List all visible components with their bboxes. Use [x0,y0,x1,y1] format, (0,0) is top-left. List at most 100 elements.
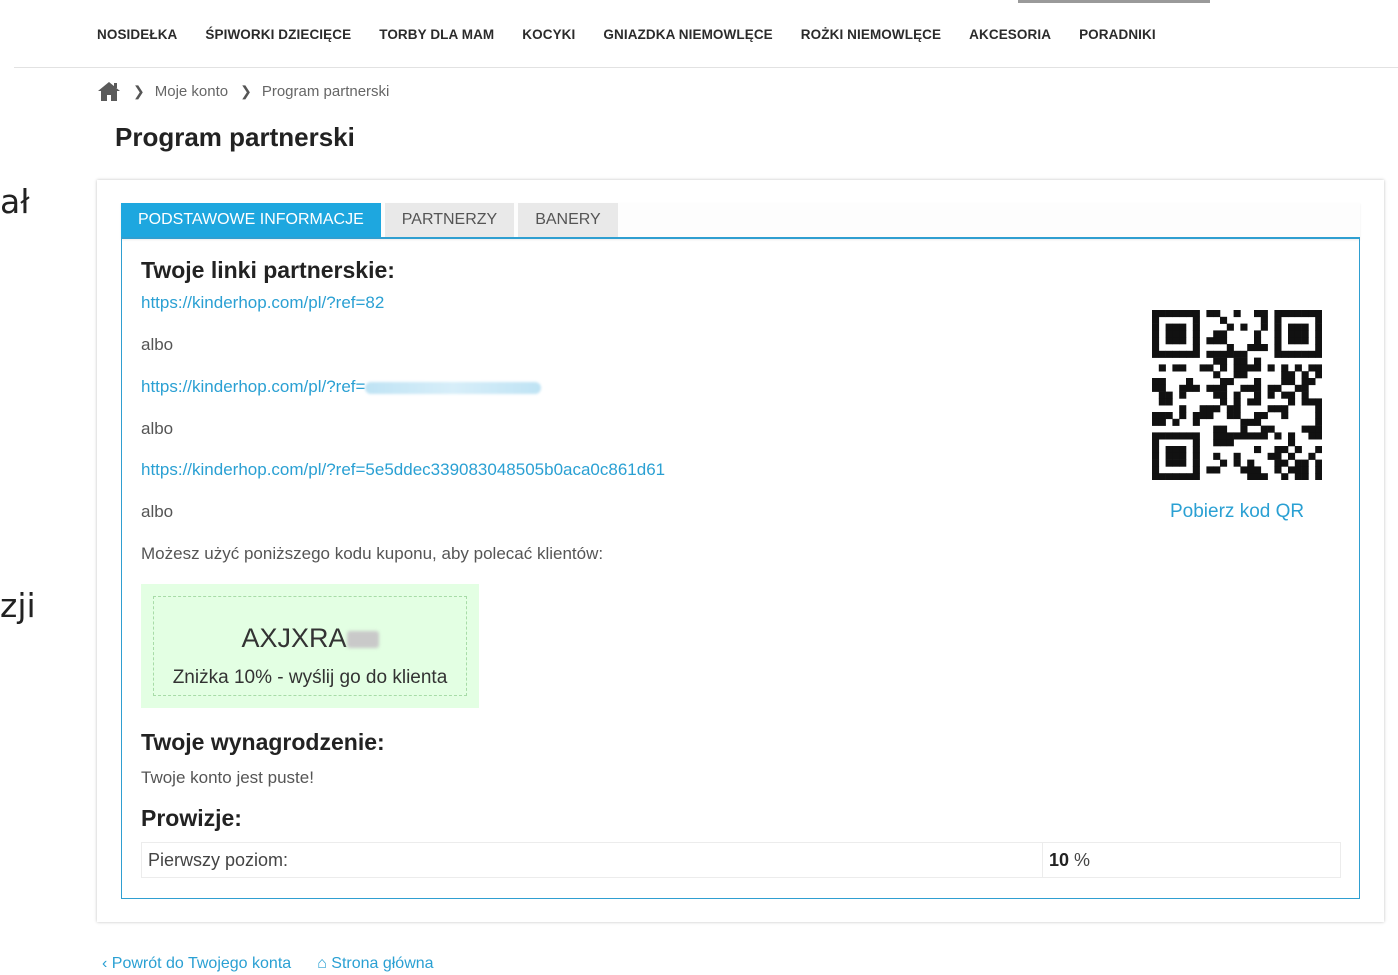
qr-module [1247,398,1255,406]
tab-partners[interactable]: PARTNERZY [384,203,515,237]
back-to-account-label: Powrót do Twojego konta [111,955,292,972]
breadcrumb: ❯ Moje konto ❯ Program partnerski [97,80,389,102]
links-heading: Twoje linki partnerskie: [141,257,395,283]
qr-module [1192,350,1200,358]
nav-item-poradniki[interactable]: PORADNIKI [1079,27,1156,42]
qr-module [1179,446,1187,454]
qr-module [1267,384,1275,392]
partner-link-id[interactable]: https://kinderhop.com/pl/?ref=82 [141,293,384,313]
qr-module [1254,337,1262,345]
qr-module [1213,466,1221,474]
qr-module [1254,310,1262,318]
tab-basic-info[interactable]: PODSTAWOWE INFORMACJE [121,203,381,237]
qr-module [1254,398,1262,406]
qr-module [1301,310,1309,318]
qr-module [1274,330,1282,338]
qr-module [1233,371,1241,379]
qr-module [1213,330,1221,338]
qr-module [1206,466,1214,474]
qr-module [1267,391,1275,399]
qr-module [1165,330,1173,338]
qr-module [1301,466,1309,474]
qr-module [1233,364,1241,372]
qr-module [1288,323,1296,331]
nav-item-torby[interactable]: TORBY DLA MAM [379,27,494,42]
commission-level-label: Pierwszy poziom: [142,843,1043,877]
qr-module [1206,364,1214,372]
qr-module [1192,310,1200,318]
breadcrumb-item-account[interactable]: Moje konto [155,83,228,100]
qr-module [1233,459,1241,467]
nav-item-rozki[interactable]: ROŻKI NIEMOWLĘCE [801,27,941,42]
partner-link-email[interactable]: https://kinderhop.com/pl/?ref= [141,377,542,397]
partner-link-hash[interactable]: https://kinderhop.com/pl/?ref=5e5ddec339… [141,460,665,480]
qr-module [1158,432,1166,440]
qr-module [1192,466,1200,474]
tab-banners[interactable]: BANERY [518,203,618,237]
qr-module [1220,425,1228,433]
qr-code [1152,310,1323,481]
qr-module [1315,337,1323,345]
qr-module [1288,371,1296,379]
qr-module [1172,418,1180,426]
qr-module [1294,310,1302,318]
qr-module [1226,432,1234,440]
back-to-account-link[interactable]: ‹ Powrót do Twojego konta [102,955,291,973]
qr-module [1233,398,1241,406]
qr-module [1315,418,1323,426]
qr-module [1213,405,1221,413]
qr-module [1281,391,1289,399]
qr-module [1172,452,1180,460]
commissions-heading: Prowizje: [141,805,242,831]
nav-item-akcesoria[interactable]: AKCESORIA [969,27,1051,42]
qr-module [1165,446,1173,454]
tab-bar: PODSTAWOWE INFORMACJE PARTNERZY BANERY [121,203,1360,239]
qr-module [1301,330,1309,338]
nav-item-gniazdka[interactable]: GNIAZDKA NIEMOWLĘCE [603,27,772,42]
download-qr-link[interactable]: Pobierz kod QR [1170,501,1304,523]
qr-module [1281,310,1289,318]
qr-module [1308,425,1316,433]
qr-module [1179,337,1187,345]
qr-module [1254,418,1262,426]
qr-module [1254,384,1262,392]
coupon-description: Zniżka 10% - wyślij go do klienta [172,667,448,688]
qr-module [1288,391,1296,399]
qr-module [1192,344,1200,352]
nav-item-kocyki[interactable]: KOCYKI [522,27,575,42]
qr-module [1152,452,1160,460]
qr-module [1294,350,1302,358]
qr-module [1226,439,1234,447]
qr-module [1179,330,1187,338]
nav-item-nosidelka[interactable]: NOSIDEŁKA [97,27,177,42]
qr-module [1192,452,1200,460]
qr-module [1206,310,1214,318]
nav-item-spiworki[interactable]: ŚPIWORKI DZIECIĘCE [205,27,351,42]
qr-module [1179,432,1187,440]
qr-module [1152,384,1160,392]
qr-module [1192,418,1200,426]
qr-module [1315,473,1323,481]
qr-module [1254,344,1262,352]
qr-module [1220,398,1228,406]
qr-module [1213,357,1221,365]
qr-module [1288,466,1296,474]
qr-module [1274,350,1282,358]
redacted-code-suffix [346,631,379,649]
partner-link-email-prefix: https://kinderhop.com/pl/?ref= [141,377,366,396]
qr-module [1315,459,1323,467]
qr-module [1315,466,1323,474]
qr-module [1240,466,1248,474]
qr-module [1260,344,1268,352]
home-icon[interactable] [97,80,121,102]
affiliate-card: PODSTAWOWE INFORMACJE PARTNERZY BANERY T… [97,180,1384,922]
or-separator: albo [141,335,174,354]
footer-links: ‹ Powrót do Twojego konta ⌂ Strona główn… [102,955,434,973]
qr-module [1254,466,1262,474]
qr-module [1301,473,1309,481]
earnings-heading: Twoje wynagrodzenie: [141,729,385,755]
qr-module [1240,357,1248,365]
qr-module [1281,412,1289,420]
home-page-link[interactable]: ⌂ Strona główna [317,955,433,973]
or-separator: albo [141,502,174,521]
